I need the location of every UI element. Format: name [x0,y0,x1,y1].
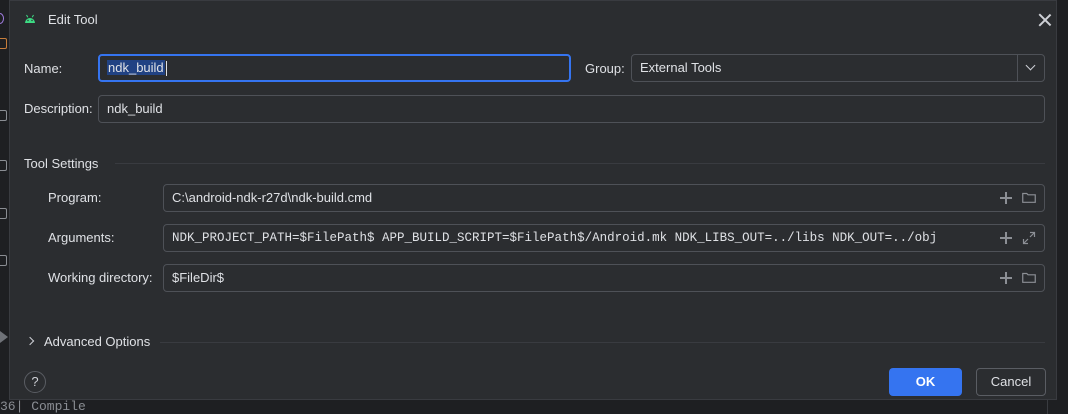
arguments-input-value: NDK_PROJECT_PATH=$FilePath$ APP_BUILD_SC… [172,231,938,245]
folder-icon[interactable] [1022,192,1036,203]
insert-macro-icon[interactable] [1000,232,1012,244]
program-input[interactable]: C:\android-ndk-r27d\ndk-build.cmd [163,184,1045,212]
text-caret [165,61,167,77]
insert-macro-icon[interactable] [1000,192,1012,204]
program-label: Program: [48,190,102,205]
name-input-value: ndk_build [107,60,165,75]
group-combobox-value: External Tools [640,60,722,75]
help-button[interactable]: ? [24,371,46,393]
android-icon [25,14,35,23]
working-directory-input-value: $FileDir$ [172,270,225,285]
advanced-options-toggle[interactable]: Advanced Options [44,334,150,349]
insert-macro-icon[interactable] [1000,272,1012,284]
background-divider [1047,400,1048,414]
background-right-edge [1057,0,1068,414]
cancel-button[interactable]: Cancel [976,368,1046,396]
combo-divider [1017,55,1018,81]
tool-settings-title: Tool Settings [24,156,99,171]
section-divider [115,163,1045,164]
program-input-value: C:\android-ndk-r27d\ndk-build.cmd [172,190,373,205]
arguments-input[interactable]: NDK_PROJECT_PATH=$FilePath$ APP_BUILD_SC… [163,224,1045,252]
background-marker-icon [0,38,7,49]
description-label: Description: [24,101,93,116]
expand-icon[interactable] [1022,231,1036,245]
edit-tool-dialog: Edit Tool Name: ndk_build Group: Externa… [9,0,1057,400]
ok-button[interactable]: OK [889,368,962,396]
dialog-title: Edit Tool [48,12,98,27]
close-icon[interactable] [1037,12,1053,28]
description-input[interactable]: ndk_build [98,95,1045,123]
group-combobox[interactable]: External Tools [631,54,1045,82]
background-marker-icon [0,255,7,266]
group-label: Group: [585,61,625,76]
name-input[interactable]: ndk_build [98,54,571,82]
background-play-icon [0,331,8,343]
background-editor-strip [0,0,9,414]
arguments-label: Arguments: [48,230,115,245]
working-directory-label: Working directory: [48,270,153,285]
background-marker-icon [0,110,7,121]
background-code-line: 36| Compile [0,399,86,414]
background-marker-icon [0,160,7,171]
folder-icon[interactable] [1022,272,1036,283]
name-label: Name: [24,61,63,76]
background-bottom-bar [0,400,1068,414]
section-divider [160,342,1045,343]
chevron-right-icon[interactable] [25,336,35,346]
chevron-down-icon[interactable] [1025,60,1036,71]
dialog-title-bar: Edit Tool [10,1,1056,39]
working-directory-input[interactable]: $FileDir$ [163,264,1045,292]
description-input-value: ndk_build [107,101,163,116]
background-marker-icon [0,208,7,219]
